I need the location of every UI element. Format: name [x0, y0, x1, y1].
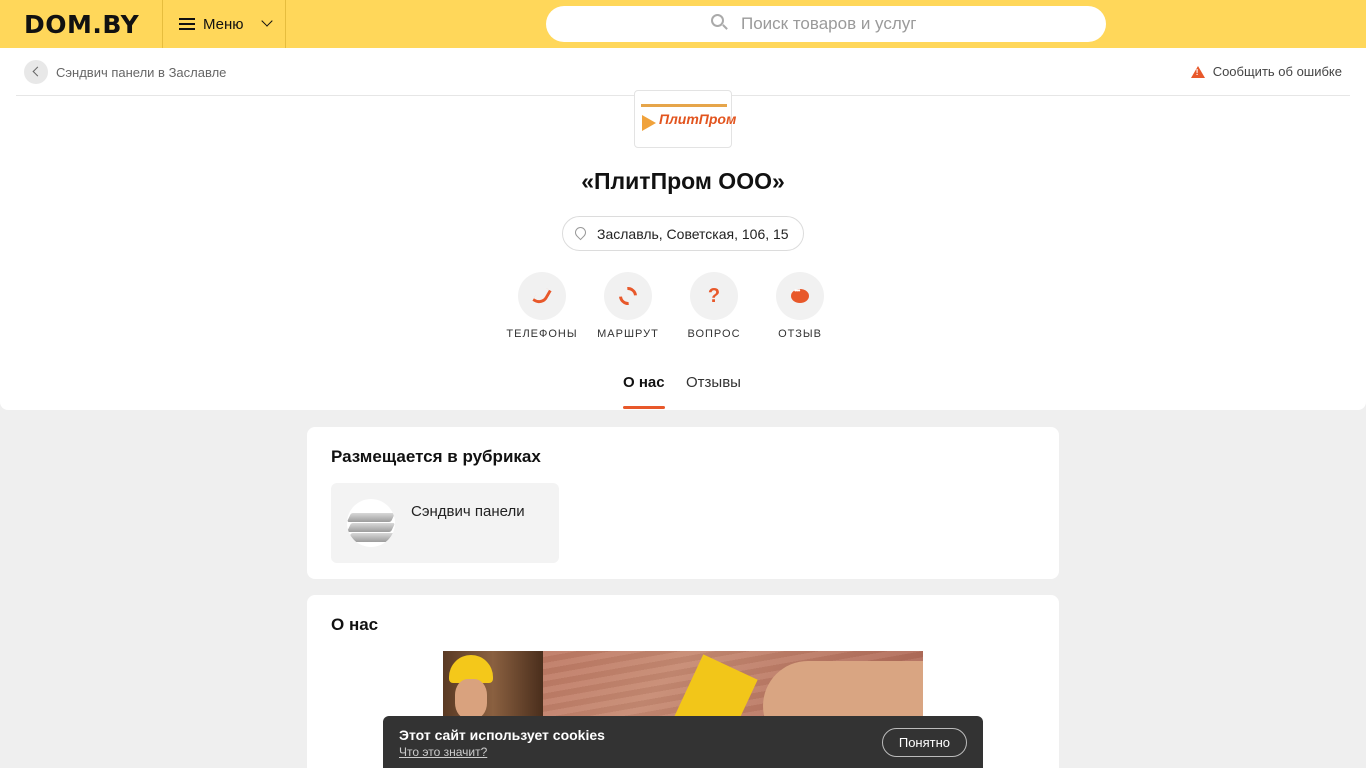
company-logo: ПлитПром	[634, 90, 736, 148]
site-logo[interactable]: DOM.BY	[24, 10, 139, 39]
phone-icon	[518, 272, 566, 320]
report-error-link[interactable]: Сообщить об ошибке	[1190, 64, 1342, 79]
question-icon: ?	[690, 272, 738, 320]
question-action[interactable]: ? ВОПРОС	[674, 272, 754, 340]
cookie-info-link[interactable]: Что это значит?	[399, 745, 487, 759]
hamburger-icon	[179, 18, 195, 30]
tab-reviews[interactable]: Отзывы	[686, 374, 741, 409]
rubrics-section: Размещается в рубриках Сэндвич панели	[307, 427, 1059, 579]
question-label: ВОПРОС	[687, 328, 741, 340]
location-pin-icon	[572, 224, 589, 241]
breadcrumb: Сэндвич панели в Заславле	[24, 60, 226, 84]
address-chip[interactable]: Заславль, Советская, 106, 15	[562, 216, 804, 251]
route-icon	[604, 272, 652, 320]
cookie-message: Этот сайт использует cookies	[399, 727, 605, 743]
warning-icon	[1190, 65, 1205, 78]
rubric-label: Сэндвич панели	[411, 503, 525, 520]
tab-about[interactable]: О нас	[623, 374, 665, 409]
review-action[interactable]: ОТЗЫВ	[760, 272, 840, 340]
review-icon	[776, 272, 824, 320]
phones-label: ТЕЛЕФОНЫ	[506, 328, 578, 340]
company-card: Сэндвич панели в Заславле Сообщить об ош…	[0, 48, 1366, 410]
chevron-down-icon	[261, 15, 273, 27]
cookie-banner: Этот сайт использует cookies Что это зна…	[383, 716, 983, 768]
search-box[interactable]	[546, 6, 1106, 42]
cookie-accept-button[interactable]: Понятно	[881, 728, 967, 757]
company-name: «ПлитПром ООО»	[581, 168, 785, 194]
route-action[interactable]: МАРШРУТ	[588, 272, 668, 340]
route-label: МАРШРУТ	[597, 328, 659, 340]
top-header: DOM.BY Меню	[0, 0, 1366, 48]
company-logo-text: ПлитПром	[659, 111, 737, 127]
search-input[interactable]	[741, 14, 941, 34]
review-label: ОТЗЫВ	[778, 328, 822, 340]
rubrics-title: Размещается в рубриках	[331, 447, 541, 466]
about-title: О нас	[331, 615, 379, 634]
address-text: Заславль, Советская, 106, 15	[597, 225, 789, 242]
search-icon	[711, 14, 728, 30]
menu-button[interactable]: Меню	[162, 0, 286, 48]
sandwich-panel-thumbnail	[347, 499, 395, 547]
logo-arrow-icon	[642, 115, 656, 131]
menu-label: Меню	[203, 15, 244, 33]
phones-action[interactable]: ТЕЛЕФОНЫ	[502, 272, 582, 340]
breadcrumb-link[interactable]: Сэндвич панели в Заславле	[56, 65, 226, 80]
rubric-card[interactable]: Сэндвич панели	[331, 483, 559, 563]
back-button[interactable]	[24, 60, 48, 84]
report-error-label: Сообщить об ошибке	[1212, 64, 1342, 79]
